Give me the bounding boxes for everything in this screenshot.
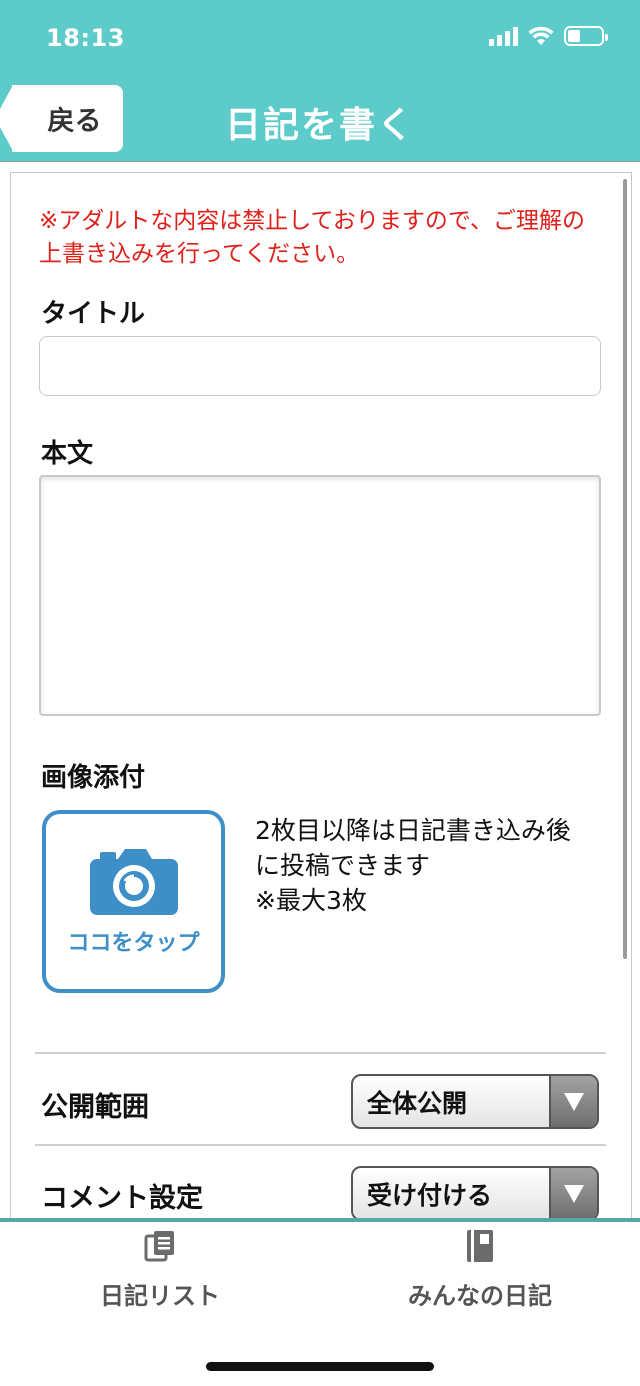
- tab-label: 日記リスト: [100, 1282, 220, 1310]
- chevron-down-icon: [549, 1076, 597, 1127]
- home-indicator[interactable]: [206, 1362, 434, 1371]
- attach-note-line1: 2枚目以降は日記書き込み後に投稿できます: [255, 816, 571, 880]
- status-time: 18:13: [46, 24, 125, 52]
- comment-setting-value: 受け付ける: [367, 1180, 493, 1210]
- tab-label: みんなの日記: [408, 1282, 552, 1310]
- divider: [35, 1144, 606, 1146]
- visibility-value: 全体公開: [367, 1088, 468, 1118]
- header-bar: 18:13 戻る 日記を書く: [0, 0, 640, 162]
- body-label: 本文: [41, 439, 94, 469]
- signal-icon: [489, 26, 518, 46]
- divider: [35, 1052, 606, 1054]
- camera-icon: [89, 848, 178, 915]
- visibility-label: 公開範囲: [41, 1092, 149, 1123]
- comment-setting-label: コメント設定: [41, 1183, 203, 1214]
- chevron-down-icon: [549, 1168, 597, 1219]
- scrollbar[interactable]: [623, 179, 627, 959]
- bottom-tab-bar: 日記リスト みんなの日記: [0, 1218, 640, 1386]
- tab-everyones-diary[interactable]: みんなの日記: [320, 1228, 640, 1311]
- tab-diary-list[interactable]: 日記リスト: [0, 1228, 320, 1311]
- visibility-select[interactable]: 全体公開: [351, 1074, 599, 1129]
- notebook-icon: [467, 1230, 493, 1262]
- status-icons: [489, 26, 608, 46]
- battery-icon: [564, 26, 608, 46]
- camera-button-label: ココをタップ: [67, 930, 200, 956]
- adult-content-warning: ※アダルトな内容は禁止しておりますので、ご理解の上書き込みを行ってください。: [39, 208, 585, 267]
- diary-form-panel: ※アダルトな内容は禁止しておりますので、ご理解の上書き込みを行ってください。 タ…: [10, 172, 632, 1222]
- image-upload-button[interactable]: ココをタップ: [42, 810, 225, 993]
- attach-note: 2枚目以降は日記書き込み後に投稿できます ※最大3枚: [255, 813, 595, 918]
- body-textarea[interactable]: [39, 475, 601, 716]
- documents-icon: [144, 1231, 174, 1262]
- comment-setting-select[interactable]: 受け付ける: [351, 1166, 599, 1221]
- title-label: タイトル: [41, 299, 146, 329]
- title-input[interactable]: [39, 336, 601, 396]
- wifi-icon: [528, 26, 554, 45]
- image-attach-label: 画像添付: [41, 763, 146, 793]
- page-title: 日記を書く: [224, 105, 415, 146]
- attach-note-line2: ※最大3枚: [255, 886, 367, 915]
